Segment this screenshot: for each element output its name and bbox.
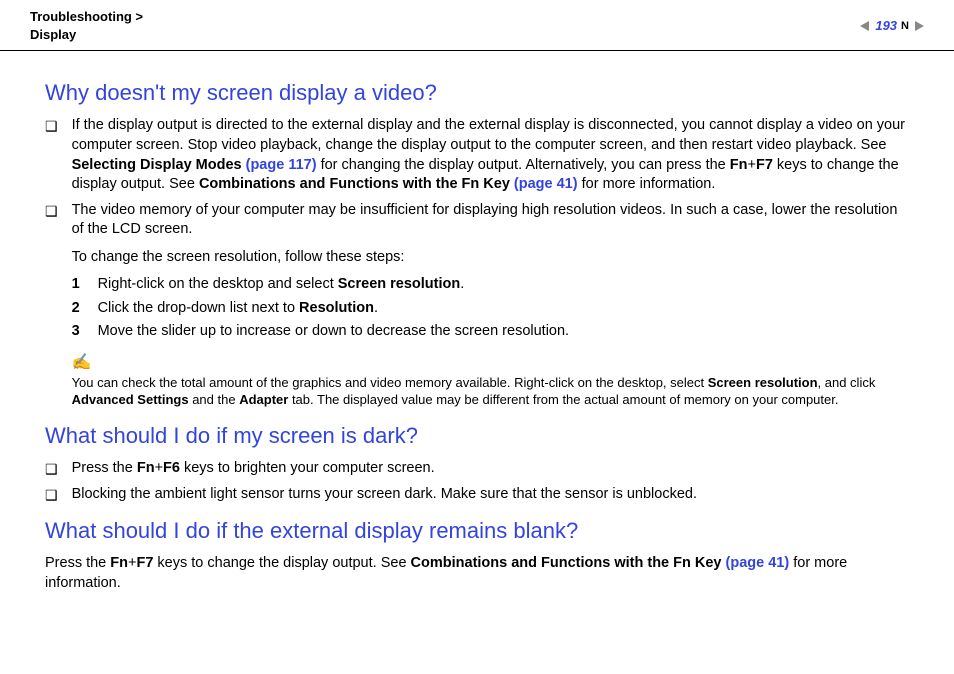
list-item: ❑ Blocking the ambient light sensor turn…	[45, 485, 909, 505]
note-block: ✍	[72, 354, 909, 374]
list-item: ❑ Press the Fn+F6 keys to brighten your …	[45, 459, 909, 479]
page-nav: 193 N	[860, 18, 924, 33]
breadcrumb-sub: Display	[30, 26, 143, 44]
page-link-41[interactable]: (page 41)	[514, 176, 578, 192]
bullet-text: Blocking the ambient light sensor turns …	[72, 485, 697, 505]
bullet-text: The video memory of your computer may be…	[72, 201, 909, 409]
bullet-text: If the display output is directed to the…	[72, 116, 909, 194]
breadcrumb: Troubleshooting > Display	[30, 8, 143, 44]
breadcrumb-top: Troubleshooting >	[30, 8, 143, 26]
bullet-icon: ❑	[45, 486, 58, 505]
list-item: ❑ If the display output is directed to t…	[45, 116, 909, 194]
section-heading-video: Why doesn't my screen display a video?	[45, 80, 909, 106]
page-number: 193	[875, 18, 897, 33]
step-item: 1 Right-click on the desktop and select …	[72, 275, 909, 295]
note-text: You can check the total amount of the gr…	[72, 374, 909, 409]
bullet-icon: ❑	[45, 117, 58, 194]
n-label: N	[901, 20, 909, 32]
sub-intro: To change the screen resolution, follow …	[72, 248, 909, 268]
step-item: 3 Move the slider up to increase or down…	[72, 322, 909, 342]
page-link-41b[interactable]: (page 41)	[726, 555, 790, 571]
section-heading-external: What should I do if the external display…	[45, 518, 909, 544]
section-heading-dark: What should I do if my screen is dark?	[45, 423, 909, 449]
paragraph: Press the Fn+F7 keys to change the displ…	[45, 554, 909, 593]
prev-page-icon[interactable]	[860, 21, 869, 31]
next-page-icon[interactable]	[915, 21, 924, 31]
page-header: Troubleshooting > Display 193 N	[0, 0, 954, 51]
step-number: 2	[72, 299, 84, 319]
list-item: ❑ The video memory of your computer may …	[45, 201, 909, 409]
page-link-117[interactable]: (page 117)	[246, 157, 317, 173]
step-number: 3	[72, 322, 84, 342]
bullet-icon: ❑	[45, 460, 58, 479]
bullet-icon: ❑	[45, 202, 58, 409]
bullet-text: Press the Fn+F6 keys to brighten your co…	[72, 459, 435, 479]
step-item: 2 Click the drop-down list next to Resol…	[72, 299, 909, 319]
note-icon: ✍	[72, 352, 92, 374]
page-content: Why doesn't my screen display a video? ❑…	[0, 51, 954, 629]
step-number: 1	[72, 275, 84, 295]
